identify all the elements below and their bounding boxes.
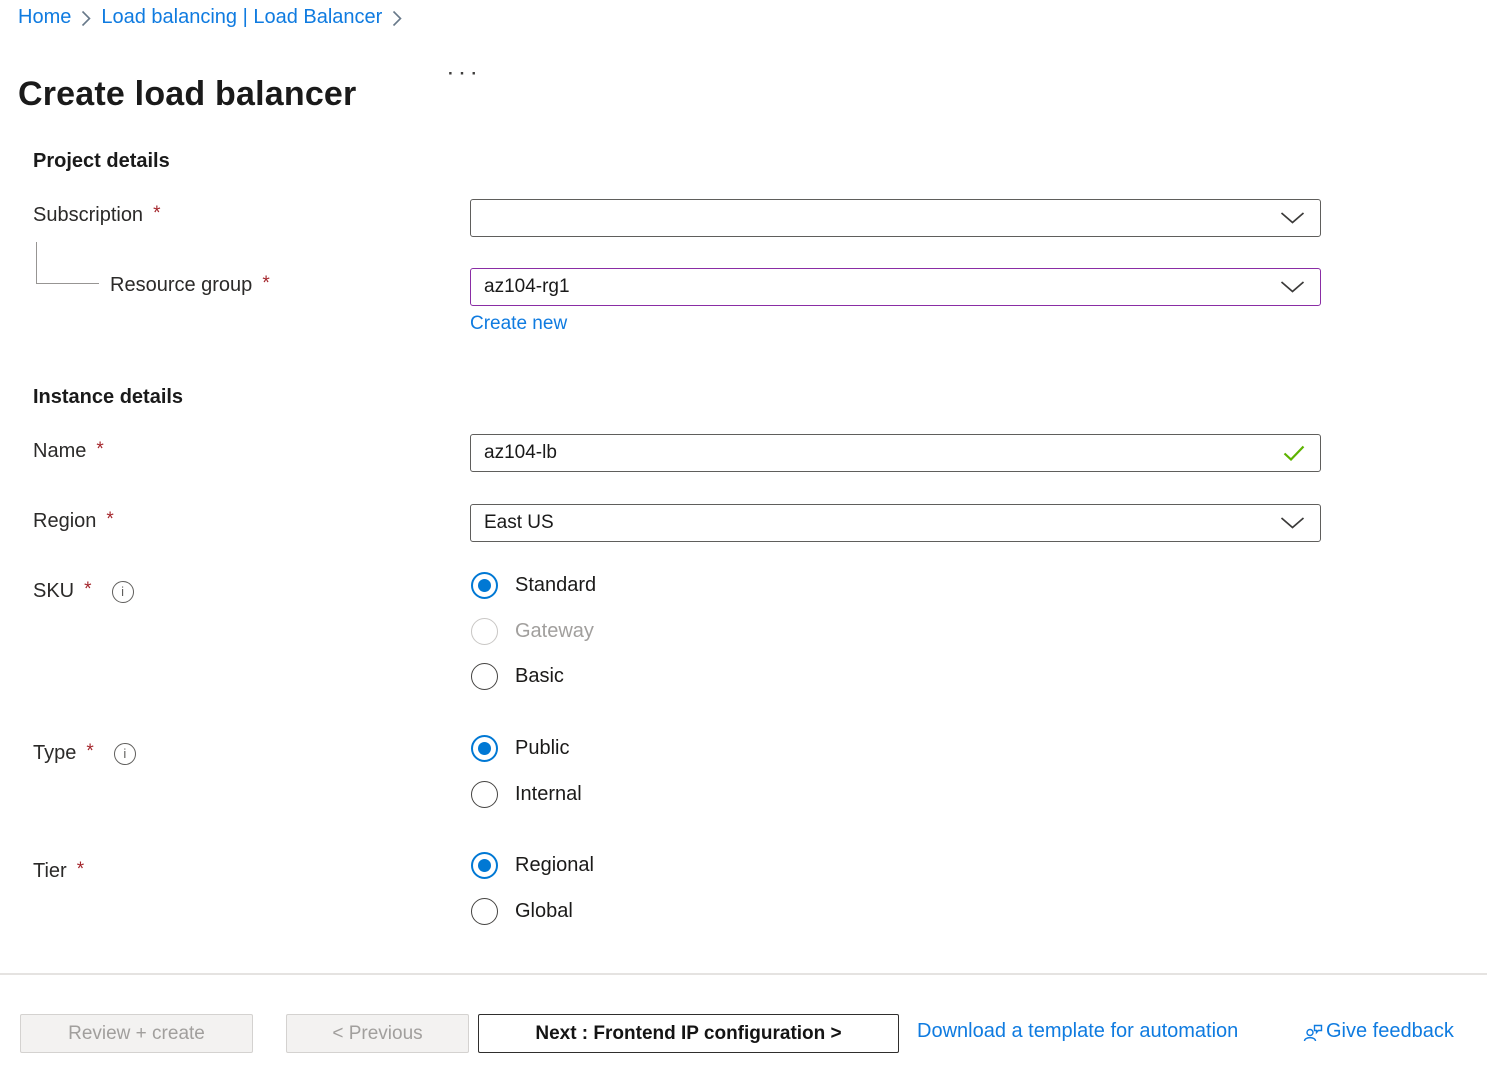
more-options-ellipsis-icon[interactable]: ··· xyxy=(448,64,483,84)
required-asterisk: * xyxy=(262,273,269,295)
sku-label: SKU * i xyxy=(33,580,134,603)
tier-label: Tier * xyxy=(33,860,84,883)
radio-tier-regional[interactable]: Regional xyxy=(471,852,594,879)
name-label-text: Name xyxy=(33,440,86,463)
resource-group-value: az104-rg1 xyxy=(484,276,570,298)
give-feedback-link[interactable]: Give feedback xyxy=(1303,1020,1454,1043)
region-dropdown[interactable]: East US xyxy=(470,504,1321,542)
chevron-down-icon xyxy=(1280,212,1305,225)
chevron-right-icon xyxy=(81,10,91,27)
radio-label: Basic xyxy=(515,665,564,688)
feedback-icon xyxy=(1303,1023,1323,1043)
radio-label: Standard xyxy=(515,574,596,597)
radio-selected-icon xyxy=(471,735,498,762)
required-asterisk: * xyxy=(106,509,113,531)
create-load-balancer-page: Home Load balancing | Load Balancer Crea… xyxy=(0,0,1487,1074)
name-input[interactable]: az104-lb xyxy=(470,434,1321,472)
name-value: az104-lb xyxy=(484,442,557,464)
type-label: Type * i xyxy=(33,742,136,765)
required-asterisk: * xyxy=(96,439,103,461)
info-icon[interactable]: i xyxy=(114,743,136,765)
resource-group-dropdown[interactable]: az104-rg1 xyxy=(470,268,1321,306)
radio-unselected-icon xyxy=(471,663,498,690)
resource-group-label-text: Resource group xyxy=(110,274,252,297)
checkmark-icon xyxy=(1283,445,1305,461)
info-icon[interactable]: i xyxy=(112,581,134,603)
chevron-down-icon xyxy=(1280,517,1305,530)
review-create-button[interactable]: Review + create xyxy=(20,1014,253,1053)
next-frontend-ip-button[interactable]: Next : Frontend IP configuration > xyxy=(478,1014,899,1053)
give-feedback-label: Give feedback xyxy=(1326,1020,1454,1043)
download-template-link[interactable]: Download a template for automation xyxy=(917,1020,1238,1043)
radio-disabled-icon xyxy=(471,618,498,645)
required-asterisk: * xyxy=(86,741,93,763)
subscription-label: Subscription * xyxy=(33,204,160,227)
radio-label: Public xyxy=(515,737,569,760)
create-new-link[interactable]: Create new xyxy=(470,313,567,335)
breadcrumb-home-link[interactable]: Home xyxy=(18,6,71,29)
sku-label-text: SKU xyxy=(33,580,74,603)
radio-label: Regional xyxy=(515,854,594,877)
radio-label: Global xyxy=(515,900,573,923)
chevron-down-icon xyxy=(1280,281,1305,294)
radio-unselected-icon xyxy=(471,898,498,925)
required-asterisk: * xyxy=(84,579,91,601)
name-label: Name * xyxy=(33,440,104,463)
radio-sku-gateway: Gateway xyxy=(471,618,594,645)
section-heading-instance-details: Instance details xyxy=(33,386,183,409)
required-asterisk: * xyxy=(77,859,84,881)
radio-unselected-icon xyxy=(471,781,498,808)
radio-sku-basic[interactable]: Basic xyxy=(471,663,564,690)
section-heading-project-details: Project details xyxy=(33,150,170,173)
required-asterisk: * xyxy=(153,203,160,225)
radio-sku-standard[interactable]: Standard xyxy=(471,572,596,599)
radio-tier-global[interactable]: Global xyxy=(471,898,573,925)
subscription-dropdown[interactable] xyxy=(470,199,1321,237)
subscription-label-text: Subscription xyxy=(33,204,143,227)
region-label-text: Region xyxy=(33,510,96,533)
radio-label: Internal xyxy=(515,783,582,806)
type-label-text: Type xyxy=(33,742,76,765)
radio-type-public[interactable]: Public xyxy=(471,735,569,762)
chevron-right-icon xyxy=(392,10,402,27)
tier-label-text: Tier xyxy=(33,860,67,883)
radio-selected-icon xyxy=(471,572,498,599)
page-title: Create load balancer xyxy=(18,75,356,114)
sub-resource-connector-line xyxy=(36,242,99,284)
resource-group-label: Resource group * xyxy=(110,274,270,297)
radio-type-internal[interactable]: Internal xyxy=(471,781,582,808)
region-value: East US xyxy=(484,512,554,534)
breadcrumb: Home Load balancing | Load Balancer xyxy=(18,6,402,29)
previous-button[interactable]: < Previous xyxy=(286,1014,469,1053)
breadcrumb-load-balancing-link[interactable]: Load balancing | Load Balancer xyxy=(101,6,382,29)
footer-divider xyxy=(0,973,1487,975)
radio-selected-icon xyxy=(471,852,498,879)
region-label: Region * xyxy=(33,510,114,533)
radio-label: Gateway xyxy=(515,620,594,643)
